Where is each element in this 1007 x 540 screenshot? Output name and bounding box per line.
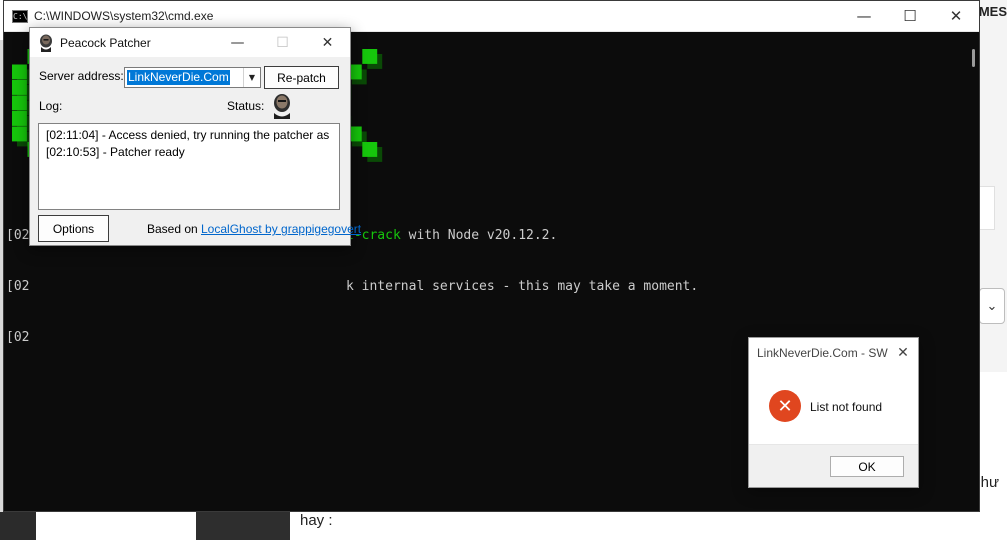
browser-dropdown[interactable]: ⌄ xyxy=(979,288,1005,324)
error-dialog-titlebar[interactable]: LinkNeverDie.Com - SW ✕ xyxy=(749,338,918,367)
chevron-down-icon[interactable]: ▼ xyxy=(243,68,260,87)
banner-block xyxy=(12,80,27,95)
log-entry[interactable]: [02:10:53] - Patcher ready xyxy=(46,144,332,161)
console-line: [02 xyxy=(6,279,30,294)
log-entry[interactable]: [02:11:04] - Access denied, try running … xyxy=(46,127,332,144)
browser-dark-strip xyxy=(0,512,36,540)
peacock-patcher-window[interactable]: Peacock Patcher — ☐ ✕ Server address: Li… xyxy=(29,27,361,246)
status-label: Status: xyxy=(227,99,265,113)
console-line: [02 xyxy=(6,330,30,345)
ok-button[interactable]: OK xyxy=(830,456,904,477)
console-line: l-crack with Node v20.12.2. xyxy=(346,227,698,244)
minimize-button[interactable]: — xyxy=(215,29,260,57)
console-text: with Node v20.12.2. xyxy=(400,228,558,243)
banner-block xyxy=(12,126,27,142)
patcher-titlebar[interactable]: Peacock Patcher — ☐ ✕ xyxy=(30,28,350,57)
maximize-button: ☐ xyxy=(276,34,289,51)
based-on-label: Based on xyxy=(147,222,198,236)
banner-block xyxy=(362,49,378,64)
error-dialog-title: LinkNeverDie.Com - SW xyxy=(757,345,888,360)
close-button[interactable]: ✕ xyxy=(888,339,918,367)
patcher-window-title: Peacock Patcher xyxy=(60,35,151,50)
browser-text-fragment: hay : xyxy=(300,512,333,529)
log-listbox[interactable]: [02:11:04] - Access denied, try running … xyxy=(38,123,340,210)
status-agent-icon xyxy=(274,94,290,119)
maximize-button[interactable]: ☐ xyxy=(887,1,933,31)
browser-dark-strip xyxy=(196,512,290,540)
banner-block xyxy=(12,111,27,126)
server-address-value[interactable]: LinkNeverDie.Com xyxy=(127,70,230,85)
error-message: List not found xyxy=(810,400,883,414)
log-label: Log: xyxy=(39,99,63,113)
console-line: k internal services - this may take a mo… xyxy=(346,279,699,294)
repatch-button[interactable]: Re-patch xyxy=(264,66,339,89)
close-button[interactable]: ✕ xyxy=(933,1,979,31)
console-output-right: l-crack with Node v20.12.2. k internal s… xyxy=(346,193,698,329)
localghost-link[interactable]: LocalGhost by grappigegovert xyxy=(201,222,361,236)
peacock-app-icon xyxy=(40,34,52,52)
terminal-icon: C:\ xyxy=(12,9,28,23)
browser-text-fragment: hư xyxy=(980,474,999,491)
banner-block xyxy=(12,64,27,80)
error-dialog[interactable]: LinkNeverDie.Com - SW ✕ ✕ List not found… xyxy=(748,337,919,488)
browser-heading-fragment: MES xyxy=(978,4,1007,19)
error-icon: ✕ xyxy=(769,390,801,422)
scrollbar-thumb[interactable] xyxy=(972,49,975,67)
server-address-combobox[interactable]: LinkNeverDie.Com ▼ xyxy=(124,67,261,88)
banner-block xyxy=(362,142,378,157)
browser-page-bottom: hay : xyxy=(0,512,1007,540)
server-address-label: Server address: xyxy=(39,69,124,83)
options-button[interactable]: Options xyxy=(38,215,109,242)
cmd-window-title: C:\WINDOWS\system32\cmd.exe xyxy=(34,9,214,23)
minimize-button[interactable]: — xyxy=(841,1,887,31)
close-button[interactable]: ✕ xyxy=(305,29,350,57)
banner-block xyxy=(12,95,27,111)
